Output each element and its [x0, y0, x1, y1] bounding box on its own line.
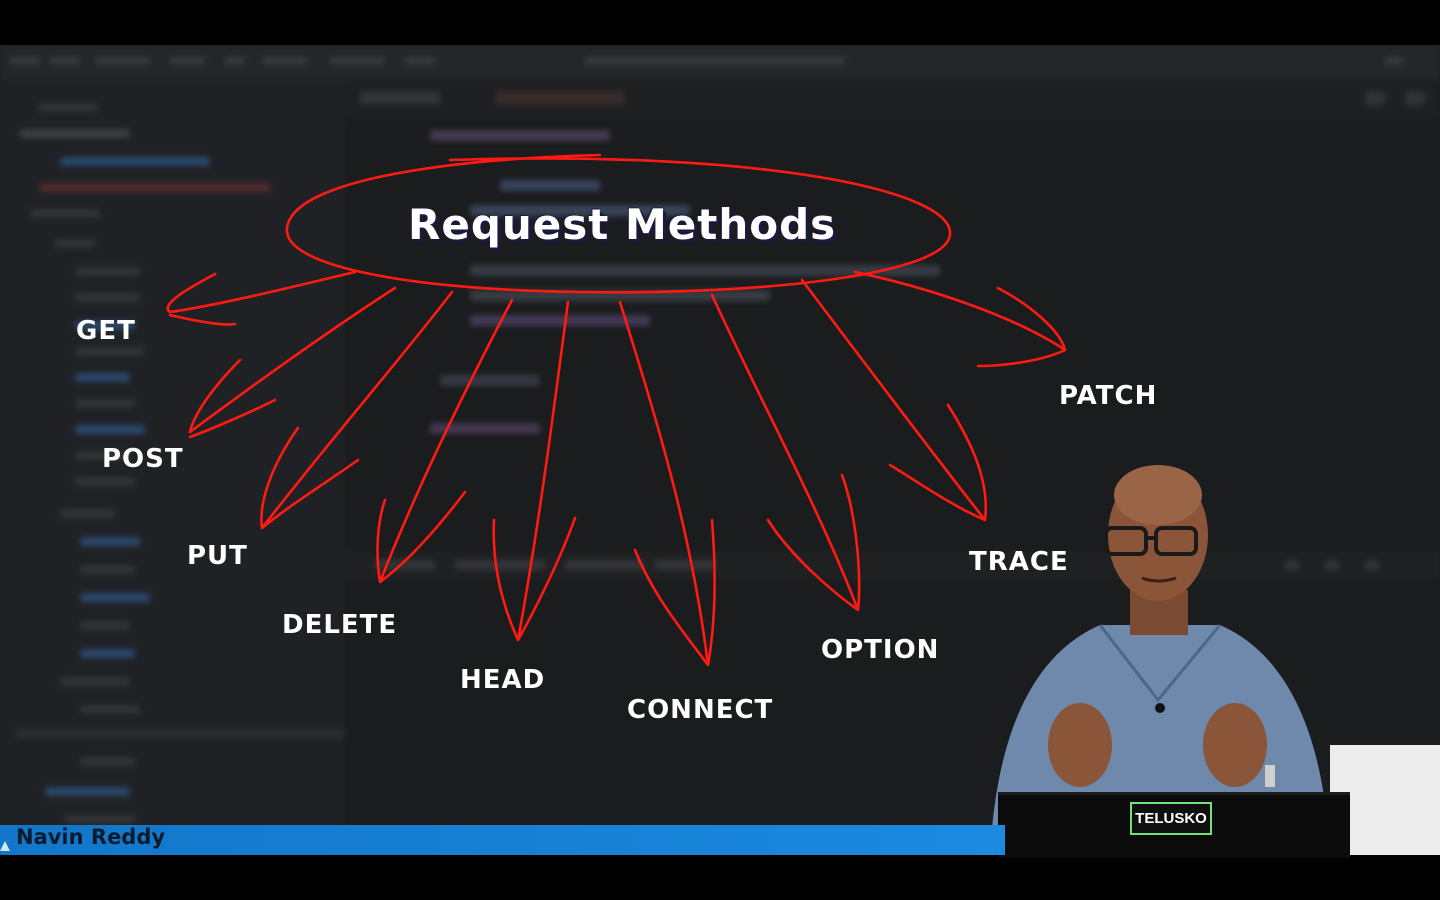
slide-title: Request Methods [408, 200, 837, 249]
ray-post [188, 286, 397, 439]
method-put-label: PUT [187, 541, 248, 571]
telusko-logo-badge: TELUSKO [1130, 802, 1212, 835]
ray-trace [800, 278, 988, 522]
ray-get [166, 270, 357, 326]
ray-patch [853, 270, 1067, 368]
ray-put [260, 290, 454, 530]
method-head-label: HEAD [460, 665, 546, 695]
ray-head [492, 300, 577, 642]
presenter-name: Navin Reddy [16, 825, 166, 849]
method-delete-label: DELETE [282, 610, 398, 640]
triangle-icon [0, 841, 10, 851]
ray-connect [618, 300, 716, 667]
method-connect-label: CONNECT [627, 695, 774, 725]
method-option-label: OPTION [821, 635, 940, 665]
method-get-label: GET [76, 316, 136, 346]
ray-delete [376, 298, 514, 584]
ray-option [710, 293, 861, 612]
method-post-label: POST [102, 444, 184, 474]
method-patch-label: PATCH [1059, 381, 1158, 411]
